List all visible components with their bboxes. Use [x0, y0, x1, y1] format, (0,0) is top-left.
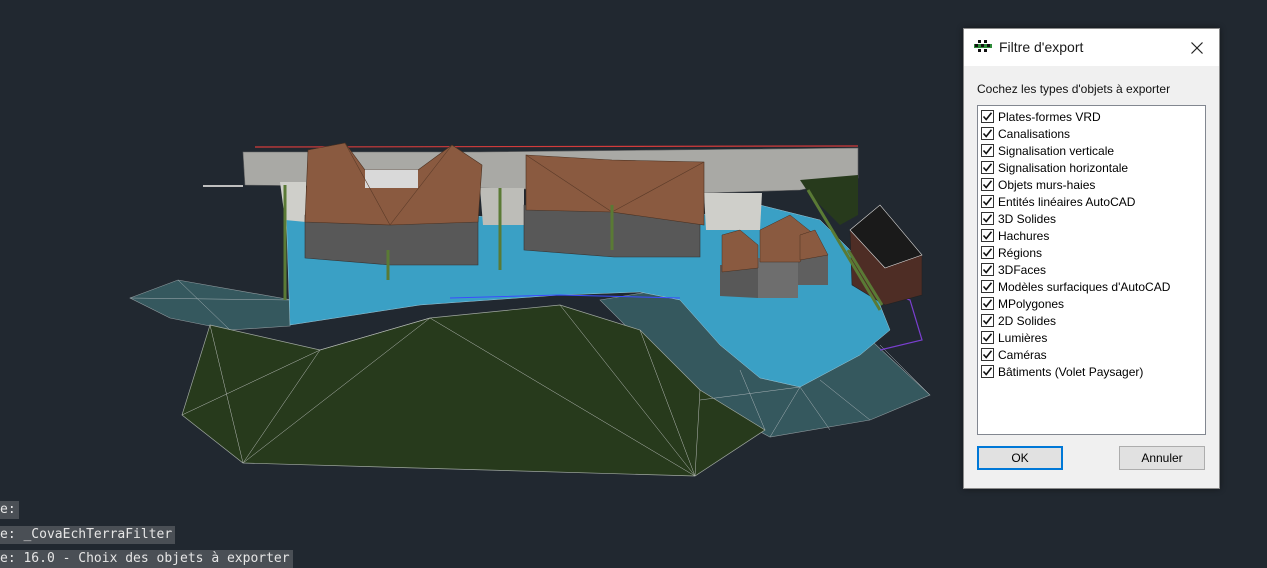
close-button[interactable] [1175, 29, 1219, 66]
checkbox[interactable] [981, 365, 994, 378]
checklist-item-label: Plates-formes VRD [998, 109, 1101, 124]
cancel-button[interactable]: Annuler [1119, 446, 1205, 470]
checkbox[interactable] [981, 127, 994, 140]
checklist-item-label: Objets murs-haies [998, 177, 1096, 192]
checklist-item-label: Canalisations [998, 126, 1071, 141]
checkmark-icon [982, 197, 993, 206]
checklist-item[interactable]: Entités linéaires AutoCAD [981, 193, 1135, 210]
terrain-teal-left [129, 279, 293, 331]
dialog-titlebar[interactable]: Filtre d'export [964, 29, 1219, 66]
checkbox[interactable] [981, 331, 994, 344]
object-type-list[interactable]: Plates-formes VRD Canalisations Signalisat… [977, 105, 1206, 435]
checklist-item[interactable]: Objets murs-haies [981, 176, 1095, 193]
command-line-2: e: _CovaEchTerraFilter [0, 526, 176, 544]
checklist-item-label: Lumières [998, 330, 1048, 345]
checklist-item-label: Signalisation verticale [998, 143, 1115, 158]
checklist-item[interactable]: Plates-formes VRD [981, 108, 1101, 125]
checklist-item-label: Régions [998, 245, 1043, 260]
ok-button[interactable]: OK [977, 446, 1063, 470]
checkmark-icon [982, 146, 993, 155]
checklist-item-label: Entités linéaires AutoCAD [998, 194, 1136, 209]
dialog-instruction: Cochez les types d'objets à exporter [977, 82, 1171, 96]
close-icon [1191, 41, 1203, 54]
checkbox[interactable] [981, 195, 994, 208]
dialog-title: Filtre d'export [999, 39, 1084, 55]
checkbox[interactable] [981, 110, 994, 123]
checkmark-icon [982, 231, 993, 240]
checkbox[interactable] [981, 280, 994, 293]
app-grid-icon [974, 40, 992, 52]
checklist-item-label: Bâtiments (Volet Paysager) [998, 364, 1144, 379]
checkmark-icon [982, 367, 993, 376]
checklist-item[interactable]: Canalisations [981, 125, 1070, 142]
checkbox[interactable] [981, 263, 994, 276]
checkbox[interactable] [981, 144, 994, 157]
checkmark-icon [982, 316, 993, 325]
checkmark-icon [982, 299, 993, 308]
command-line-1: e: [0, 501, 19, 519]
building-middle [523, 154, 705, 258]
checklist-item[interactable]: 2D Solides [981, 312, 1056, 329]
checkbox[interactable] [981, 348, 994, 361]
checklist-item[interactable]: 3DFaces [981, 261, 1046, 278]
checklist-item[interactable]: Modèles surfaciques d'AutoCAD [981, 278, 1170, 295]
checklist-item[interactable]: Bâtiments (Volet Paysager) [981, 363, 1143, 380]
checklist-item-label: 3DFaces [998, 262, 1047, 277]
checkbox[interactable] [981, 314, 994, 327]
terrace-wall-mid [480, 188, 524, 225]
checkmark-icon [982, 180, 993, 189]
checklist-item[interactable]: Signalisation verticale [981, 142, 1114, 159]
checklist-item-label: MPolygones [998, 296, 1065, 311]
checkmark-icon [982, 333, 993, 342]
checklist-item-label: Modèles surfaciques d'AutoCAD [998, 279, 1171, 294]
command-line-3: e: 16.0 - Choix des objets à exporter [0, 550, 293, 568]
checkmark-icon [982, 350, 993, 359]
checkmark-icon [982, 282, 993, 291]
checkmark-icon [982, 265, 993, 274]
checklist-item[interactable]: Hachures [981, 227, 1049, 244]
checklist-item-label: 3D Solides [998, 211, 1057, 226]
checkbox[interactable] [981, 161, 994, 174]
checkbox[interactable] [981, 229, 994, 242]
checklist-item[interactable]: 3D Solides [981, 210, 1056, 227]
checkbox[interactable] [981, 178, 994, 191]
checklist-item-label: Signalisation horizontale [998, 160, 1129, 175]
checkmark-icon [982, 129, 993, 138]
checklist-item-label: 2D Solides [998, 313, 1057, 328]
checkmark-icon [982, 163, 993, 172]
checkmark-icon [982, 214, 993, 223]
checkmark-icon [982, 248, 993, 257]
checklist-item[interactable]: Signalisation horizontale [981, 159, 1128, 176]
checkbox[interactable] [981, 246, 994, 259]
export-filter-dialog: Filtre d'export Cochez les types d'objet… [963, 28, 1220, 489]
checkbox[interactable] [981, 297, 994, 310]
terrace-wall-right [704, 193, 762, 230]
building-right [849, 204, 923, 306]
checklist-item[interactable]: MPolygones [981, 295, 1064, 312]
checklist-item[interactable]: Caméras [981, 346, 1047, 363]
checklist-item-label: Caméras [998, 347, 1047, 362]
checklist-item[interactable]: Régions [981, 244, 1042, 261]
checkbox[interactable] [981, 212, 994, 225]
checkmark-icon [982, 112, 993, 121]
checklist-item-label: Hachures [998, 228, 1050, 243]
checklist-item[interactable]: Lumières [981, 329, 1047, 346]
